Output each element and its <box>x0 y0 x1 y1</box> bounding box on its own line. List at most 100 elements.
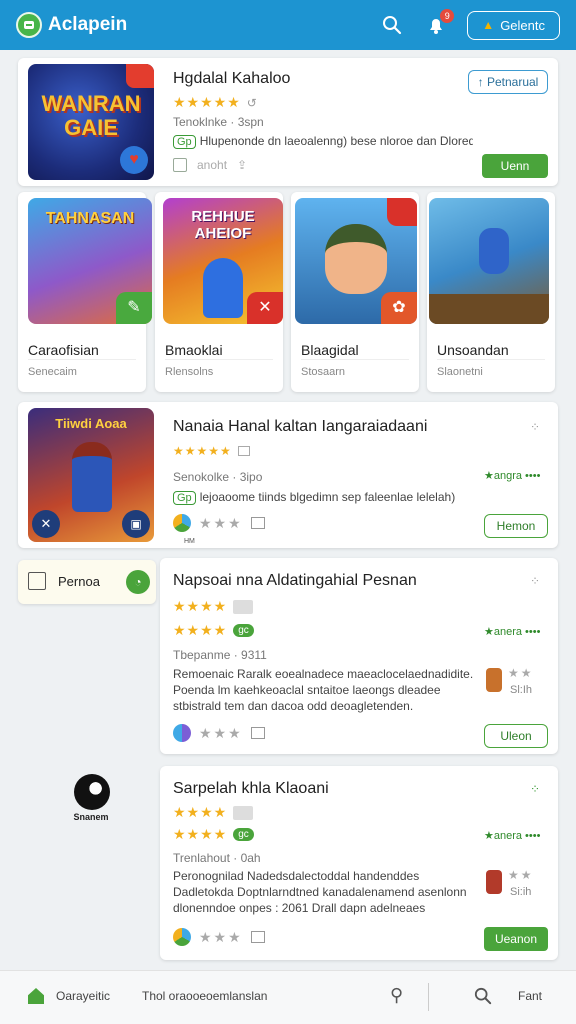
list-rating-stars-1: ★★★★★ <box>173 444 232 458</box>
list-tag-3: ★anera •••• <box>484 830 541 842</box>
list-rating-stars-2a: ★★★★ <box>173 598 228 614</box>
gear-icon: ✿ <box>381 292 417 324</box>
bottom-navigation: Oarayeitic Thol oraooeoemlanslan ⚲ Fant <box>0 970 576 1024</box>
list-small-label-1: HM <box>184 538 195 545</box>
bookmark-icon[interactable] <box>173 158 187 172</box>
list-button-1[interactable]: Hemon <box>484 514 548 538</box>
grid-thumb-art-2: REHHUE AHEIOF <box>191 208 255 242</box>
bottom-nav-center-label[interactable]: Thol oraooeoemlanslan <box>142 989 267 1003</box>
list-card-3[interactable]: Sarpelah khla Klaoani ⁘ ★★★★ ★★★★ gc ★an… <box>160 766 558 960</box>
bottom-nav-right-label[interactable]: Fant <box>518 989 542 1003</box>
list-tag-2: ★anera •••• <box>484 626 541 638</box>
side-panel-label: Pernoa <box>58 574 100 589</box>
refresh-icon: ↺ <box>246 95 257 110</box>
hero-figure <box>72 442 112 512</box>
notification-badge: 9 <box>440 9 455 23</box>
comment-icon <box>250 517 265 529</box>
featured-install-button[interactable]: Uenn <box>482 154 548 178</box>
mascot-figure <box>203 258 243 318</box>
list-card-1[interactable]: Tiiwdi Aoaa ✕ ▣ Nanaia Hanal kaltan Iang… <box>18 402 558 548</box>
notifications-button[interactable]: 9 <box>423 9 455 38</box>
list-description-3: Peronognilad Nadedsdalectoddal handendde… <box>173 869 467 915</box>
list-title-3: Sarpelah khla Klaoani <box>173 780 329 797</box>
featured-thumb-art: WANRAN GAIE <box>41 91 141 140</box>
grid-menu-icon[interactable]: ⁘ <box>530 574 541 588</box>
crossed-swords-icon: ✕ <box>32 510 60 538</box>
warning-icon: ▲ <box>482 18 495 32</box>
app-logo-icon[interactable] <box>16 12 42 38</box>
featured-meta: Tenoklnke · 3spn <box>173 115 264 129</box>
app-title: Aclapein <box>48 14 128 35</box>
clock-icon[interactable]: ◔ <box>126 570 150 594</box>
featured-title: Hgdalal Kahaloo <box>173 70 291 87</box>
side-panel-card[interactable]: Pernoa ◔ <box>18 560 156 604</box>
ground-shape <box>429 294 549 324</box>
list-card-2[interactable]: Napsoai nna Aldatingahial Pesnan ⁘ ★★★★ … <box>160 558 558 754</box>
grid-sub-4: Slaonetni <box>437 366 483 378</box>
pin-icon[interactable]: ⚲ <box>390 985 403 1006</box>
grid-title-3: Blaagidal <box>301 342 359 358</box>
grid-thumbnail-3: ✿ <box>295 198 417 324</box>
featured-card[interactable]: WANRAN GAIE ♥ Hgdalal Kahaloo ★★★★★ ↺ Te… <box>18 58 558 186</box>
list-rating-stars-3b: ★★★★ <box>173 826 228 842</box>
featured-rating-stars: ★★★★★ <box>173 94 241 110</box>
grid-thumbnail-2: REHHUE AHEIOF ✕ <box>163 198 283 324</box>
list-thumbnail-1[interactable]: Tiiwdi Aoaa ✕ ▣ <box>28 408 154 542</box>
list-description-2: Remoenaic Raralk eoealnadece maeaclocela… <box>173 667 474 713</box>
grid-menu-icon[interactable]: ⁘ <box>530 782 540 796</box>
share-icon[interactable]: ⇪ <box>237 158 247 172</box>
publisher-icon <box>173 724 191 742</box>
header-action-button[interactable]: ▲ Gelentc <box>467 10 560 40</box>
publisher-icon <box>173 928 191 946</box>
wrench-icon: ✎ <box>116 292 152 324</box>
grid-card-3[interactable]: ✿ Blaagidal Stosaarn <box>291 192 419 392</box>
list-tag-1: ★angra •••• <box>484 470 541 482</box>
publisher-icon <box>173 514 191 532</box>
featured-top-button[interactable]: ↑ Petnarual <box>468 70 548 94</box>
grid-title-2: Bmaoklai <box>165 342 223 358</box>
grid-thumb-art-1: TAHNASAN <box>45 210 135 227</box>
grid-card-2[interactable]: REHHUE AHEIOF ✕ Bmaoklai Rlensolns <box>155 192 283 392</box>
grid-title-1: Caraofisian <box>28 342 99 358</box>
avatar[interactable]: Snanem <box>66 774 116 830</box>
search-icon[interactable] <box>379 12 405 38</box>
side-label-2: Sl:Ih <box>510 684 533 696</box>
list-meta-2: Tbepanme · 9311 <box>173 648 267 662</box>
side-label-3: Si:ih <box>510 886 532 898</box>
bottom-nav-left-label[interactable]: Oarayeitic <box>56 989 110 1003</box>
list-chip-3: gc <box>233 828 254 841</box>
nav-divider <box>428 983 429 1011</box>
grid-menu-icon[interactable]: ⁘ <box>530 420 541 434</box>
list-grey-stars-3: ★★★ <box>199 928 243 945</box>
grid-card-4[interactable]: Unsoandan Slaonetni <box>427 192 555 392</box>
info-icon <box>233 805 254 820</box>
grid-title-4: Unsoandan <box>437 342 509 358</box>
heart-icon: ♥ <box>120 146 148 174</box>
search-icon[interactable] <box>474 987 492 1010</box>
list-icon <box>28 572 46 590</box>
list-rating-stars-2b: ★★★★ <box>173 622 228 638</box>
list-button-2[interactable]: Uleon <box>484 724 548 748</box>
comment-icon <box>250 727 265 739</box>
header-action-label: Gelentc <box>500 17 545 33</box>
grid-sub-3: Stosaarn <box>301 366 346 378</box>
featured-thumbnail[interactable]: WANRAN GAIE ♥ <box>28 64 154 180</box>
list-chip-2: gc <box>233 624 254 637</box>
character-icon <box>486 668 502 692</box>
list-button-3[interactable]: Ueanon <box>484 927 548 951</box>
comment-icon <box>250 931 265 943</box>
list-meta-1: Senokolke · 3ipo <box>173 470 263 484</box>
character-icon <box>486 870 502 894</box>
grid-sub-2: Rlensolns <box>165 366 214 378</box>
list-thumb-art-1: Tiiwdi Aoaa <box>55 416 127 431</box>
camera-icon: ▣ <box>122 510 150 538</box>
avatar-label: Snanem <box>73 812 109 822</box>
soldier-face <box>325 224 387 294</box>
home-icon[interactable] <box>28 988 44 1004</box>
list-grey-stars-1: ★★★ <box>199 514 243 531</box>
list-title-1: Nanaia Hanal kaltan Iangaraiadaani <box>173 418 428 435</box>
grid-card-1[interactable]: TAHNASAN ✎ Caraofisian Senecaim <box>18 192 152 392</box>
top-app-bar: Aclapein 9 ▲ Gelentc <box>0 0 576 50</box>
featured-chip: Gp <box>173 135 196 149</box>
list-meta-3: Trenlahout · 0ah <box>173 851 261 865</box>
